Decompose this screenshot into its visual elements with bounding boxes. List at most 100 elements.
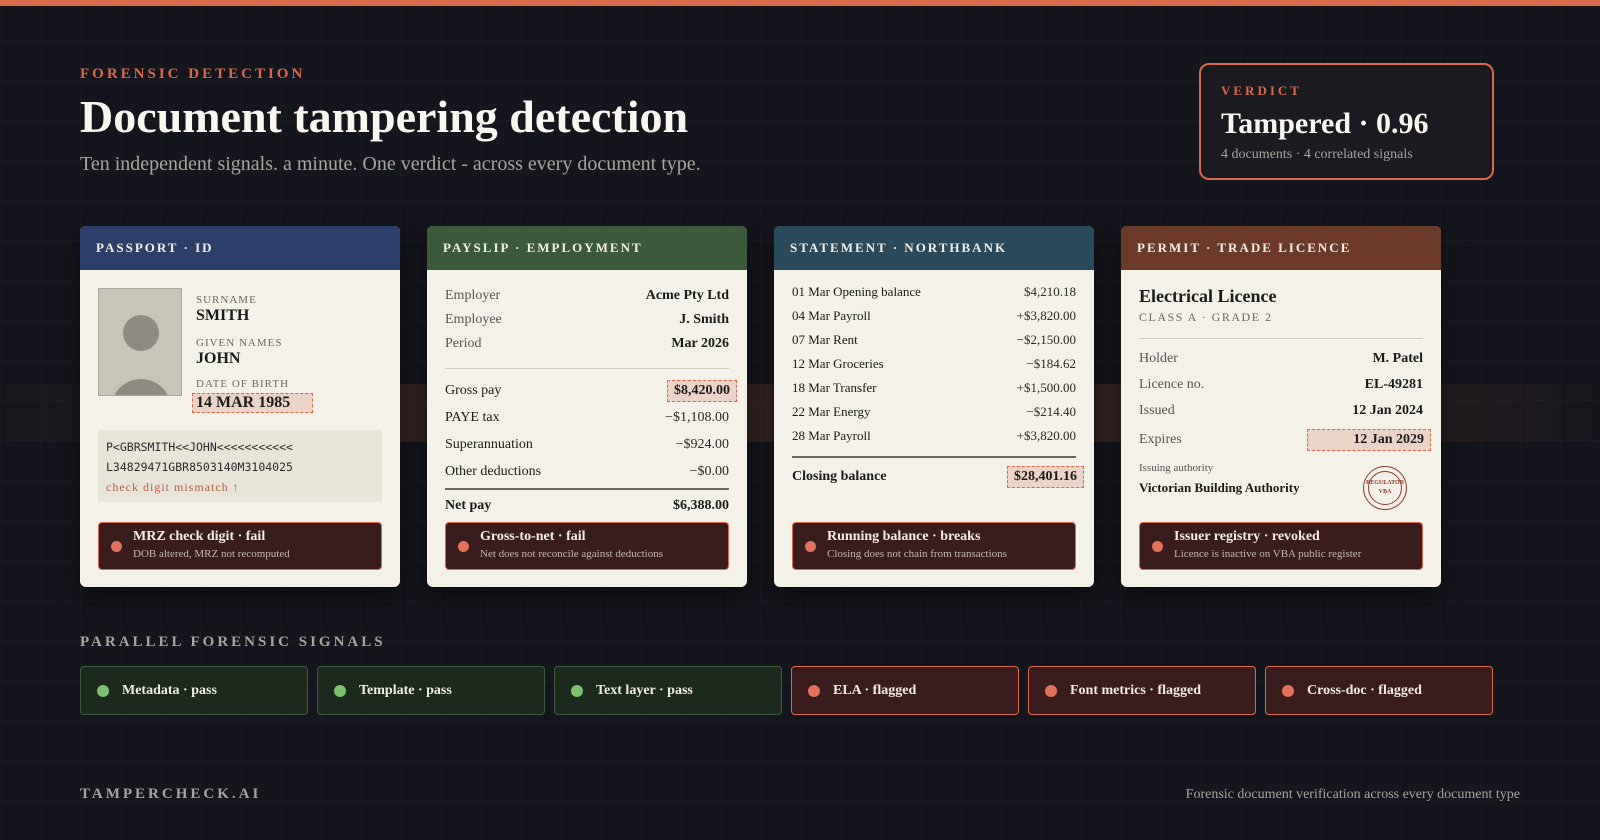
alert-title: MRZ check digit · fail	[133, 529, 266, 544]
employee-label: Employee	[445, 312, 502, 327]
statement-row-value: +$3,820.00	[1016, 308, 1076, 323]
passport-card-header: PASSPORT · ID	[80, 226, 400, 270]
signal-chip-text-layer[interactable]: Text layer · pass	[554, 666, 782, 715]
paye-label: PAYE tax	[445, 410, 500, 425]
licence-no-row: Licence no. EL-49281	[1139, 377, 1423, 393]
status-dot-icon	[97, 684, 109, 697]
given-names-value: JOHN	[196, 350, 241, 367]
signal-label: Metadata · pass	[122, 682, 217, 698]
alert-subtitle: Licence is inactive on VBA public regist…	[1174, 548, 1362, 560]
alert-subtitle: DOB altered, MRZ not recomputed	[133, 548, 290, 560]
employee-row: Employee J. Smith	[445, 312, 729, 328]
statement-row: 12 Mar Groceries −$184.62	[792, 356, 1076, 372]
other-deductions-label: Other deductions	[445, 464, 542, 479]
licence-class: CLASS A · GRADE 2	[1139, 310, 1273, 324]
closing-balance-row: Closing balance $28,401.16	[792, 466, 1084, 488]
given-names-label: GIVEN NAMES	[196, 337, 283, 349]
other-deductions-row: Other deductions −$0.00	[445, 464, 729, 480]
issued-row: Issued 12 Jan 2024	[1139, 403, 1423, 419]
statement-row: 18 Mar Transfer +$1,500.00	[792, 380, 1076, 396]
statement-row: 04 Mar Payroll +$3,820.00	[792, 308, 1076, 324]
verdict-value: Tampered · 0.96	[1221, 107, 1429, 140]
photo-torso	[111, 379, 171, 395]
page-subtitle: Ten independent signals. a minute. One v…	[80, 153, 701, 175]
signals-title: PARALLEL FORENSIC SIGNALS	[80, 634, 386, 650]
signal-chip-cross-doc[interactable]: Cross-doc · flagged	[1265, 666, 1493, 715]
photo-head	[123, 315, 159, 351]
statement-row-label: 12 Mar Groceries	[792, 356, 884, 371]
statement-row-label: 18 Mar Transfer	[792, 380, 877, 395]
status-dot-icon	[808, 684, 820, 697]
passport-card[interactable]: PASSPORT · ID SURNAME SMITH GIVEN NAMES …	[80, 226, 400, 587]
statement-row: 01 Mar Opening balance $4,210.18	[792, 284, 1076, 300]
statement-row-label: 04 Mar Payroll	[792, 308, 871, 323]
period-row: Period Mar 2026	[445, 336, 729, 352]
footer-brand: TAMPERCHECK.AI	[80, 786, 262, 802]
top-accent-bar	[0, 0, 1600, 6]
status-dot-icon	[334, 684, 346, 697]
passport-card-body: SURNAME SMITH GIVEN NAMES JOHN DATE OF B…	[80, 270, 400, 587]
payslip-card-header: PAYSLIP · EMPLOYMENT	[427, 226, 747, 270]
status-dot-icon	[1282, 684, 1294, 697]
expires-label: Expires	[1139, 432, 1182, 447]
status-dot-icon	[1045, 684, 1057, 697]
statement-card[interactable]: STATEMENT · NORTHBANK 01 Mar Opening bal…	[774, 226, 1094, 587]
issuing-authority-value: Victorian Building Authority	[1139, 480, 1300, 495]
expires-value-highlighted[interactable]: 12 Jan 2029	[1307, 429, 1431, 451]
signal-chip-font-metrics[interactable]: Font metrics · flagged	[1028, 666, 1256, 715]
alert-dot-icon	[458, 541, 469, 552]
alert-title: Gross-to-net · fail	[480, 529, 586, 544]
licence-no-label: Licence no.	[1139, 377, 1205, 392]
alert-subtitle: Net does not reconcile against deduction…	[480, 548, 663, 560]
alert-dot-icon	[111, 541, 122, 552]
signal-chip-ela[interactable]: ELA · flagged	[791, 666, 1019, 715]
employee-value: J. Smith	[679, 312, 729, 327]
permit-card[interactable]: PERMIT · TRADE LICENCE Electrical Licenc…	[1121, 226, 1441, 587]
holder-row: Holder M. Patel	[1139, 351, 1423, 367]
signal-chip-template[interactable]: Template · pass	[317, 666, 545, 715]
verdict-summary: 4 documents · 4 correlated signals	[1221, 147, 1413, 162]
holder-label: Holder	[1139, 351, 1178, 366]
surname-field: SURNAME SMITH	[196, 294, 257, 325]
super-label: Superannuation	[445, 437, 533, 452]
period-value: Mar 2026	[671, 336, 729, 351]
status-dot-icon	[571, 684, 583, 697]
signal-label: ELA · flagged	[833, 682, 917, 698]
super-row: Superannuation −$924.00	[445, 437, 729, 453]
dob-field: DATE OF BIRTH 14 MAR 1985	[192, 378, 314, 413]
statement-row-label: 07 Mar Rent	[792, 332, 858, 347]
statement-card-header: STATEMENT · NORTHBANK	[774, 226, 1094, 270]
paye-value: −$1,108.00	[665, 410, 729, 425]
statement-alert[interactable]: Running balance · breaks Closing does no…	[792, 522, 1076, 570]
surname-value: SMITH	[196, 307, 250, 324]
holder-value: M. Patel	[1372, 351, 1423, 366]
signal-label: Template · pass	[359, 682, 452, 698]
payslip-card[interactable]: PAYSLIP · EMPLOYMENT Employer Acme Pty L…	[427, 226, 747, 587]
employer-label: Employer	[445, 288, 501, 303]
closing-balance-label: Closing balance	[792, 469, 887, 484]
mrz-line-1: P<GBRSMITH<<JOHN<<<<<<<<<<<	[106, 440, 293, 454]
super-value: −$924.00	[675, 437, 729, 452]
seal-text-top: REGULATOR	[1365, 480, 1405, 486]
statement-row-label: 22 Mar Energy	[792, 404, 871, 419]
statement-row: 07 Mar Rent −$2,150.00	[792, 332, 1076, 348]
passport-alert[interactable]: MRZ check digit · fail DOB altered, MRZ …	[98, 522, 382, 570]
closing-balance-value-highlighted[interactable]: $28,401.16	[1007, 466, 1084, 488]
dob-value-highlighted[interactable]: 14 MAR 1985	[192, 393, 314, 413]
statement-row-label: 01 Mar Opening balance	[792, 284, 921, 299]
signal-chip-metadata[interactable]: Metadata · pass	[80, 666, 308, 715]
mrz-warning: check digit mismatch ↑	[106, 480, 240, 494]
verdict-panel: VERDICT Tampered · 0.96 4 documents · 4 …	[1199, 63, 1494, 180]
permit-alert[interactable]: Issuer registry · revoked Licence is ina…	[1139, 522, 1423, 570]
net-pay-row: Net pay $6,388.00	[445, 498, 729, 514]
mrz-block: P<GBRSMITH<<JOHN<<<<<<<<<<< L34829471GBR…	[98, 430, 382, 502]
given-names-field: GIVEN NAMES JOHN	[196, 337, 282, 368]
payslip-alert[interactable]: Gross-to-net · fail Net does not reconci…	[445, 522, 729, 570]
total-divider	[445, 488, 729, 490]
issued-label: Issued	[1139, 403, 1175, 418]
net-pay-value: $6,388.00	[673, 498, 729, 513]
gross-pay-label: Gross pay	[445, 383, 502, 398]
statement-row: 22 Mar Energy −$214.40	[792, 404, 1076, 420]
gross-pay-value-highlighted[interactable]: $8,420.00	[667, 380, 737, 402]
mrz-line-2: L34829471GBR8503140M3104025	[106, 460, 293, 474]
